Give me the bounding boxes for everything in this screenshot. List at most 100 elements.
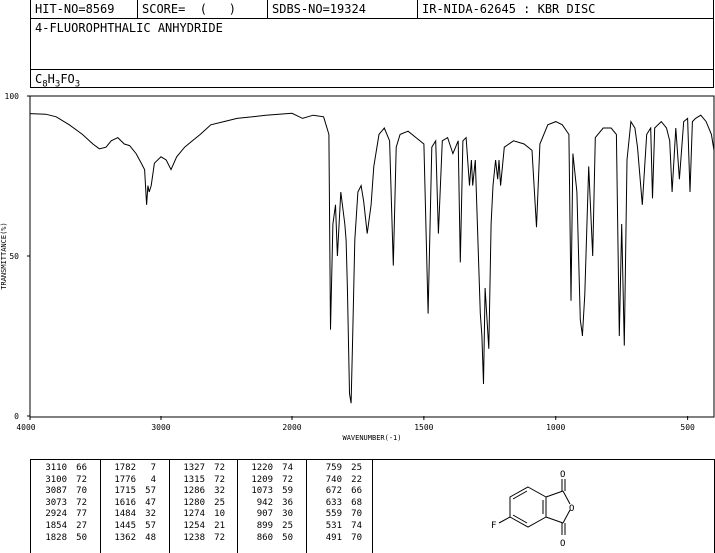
peak-transmittance: 4 <box>150 474 156 485</box>
peak-transmittance: 30 <box>282 509 293 520</box>
peak-transmittance: 68 <box>351 497 362 508</box>
peak-row: 1484 32 <box>106 509 156 521</box>
peak-transmittance: 27 <box>76 520 87 531</box>
peak-column: 1327 72 1315 72 1286 32 1280 25 1274 10 1254 21 1238… <box>175 463 225 544</box>
column-divider <box>100 460 101 553</box>
peak-row: 907 30 <box>243 509 293 521</box>
peak-transmittance: 25 <box>214 497 225 508</box>
column-divider <box>237 460 238 553</box>
peak-row: 1280 25 <box>175 498 225 510</box>
peak-row: 491 70 <box>312 533 362 545</box>
peak-transmittance: 50 <box>76 532 87 543</box>
peak-transmittance: 77 <box>76 509 87 520</box>
peak-column: 3110 66 3100 72 3087 70 3073 72 2924 77 1854 27 1828… <box>37 463 87 544</box>
peak-transmittance: 57 <box>145 520 156 531</box>
x-tick-label: 4000 <box>16 423 35 432</box>
peak-wavenumber: 759 <box>325 463 342 473</box>
peak-row: 1286 32 <box>175 486 225 498</box>
peak-wavenumber: 559 <box>325 509 342 520</box>
peak-wavenumber: 3087 <box>45 486 67 497</box>
peak-transmittance: 22 <box>351 474 362 485</box>
peak-wavenumber: 860 <box>256 532 273 543</box>
peak-row: 740 22 <box>312 475 362 487</box>
peak-wavenumber: 1280 <box>183 497 205 508</box>
peak-row: 1445 57 <box>106 521 156 533</box>
peak-transmittance: 74 <box>282 463 293 473</box>
peak-row: 672 66 <box>312 486 362 498</box>
peak-wavenumber: 740 <box>325 474 342 485</box>
y-axis-label: TRANSMITTANCE(%) <box>0 222 8 289</box>
peak-wavenumber: 1254 <box>183 520 205 531</box>
peak-transmittance: 72 <box>214 463 225 473</box>
peak-wavenumber: 1220 <box>251 463 273 473</box>
peak-transmittance: 72 <box>282 474 293 485</box>
peak-wavenumber: 1782 <box>114 463 136 473</box>
peak-wavenumber: 1854 <box>45 520 67 531</box>
atom-f: F <box>491 521 496 531</box>
column-divider <box>306 460 307 553</box>
peak-transmittance: 72 <box>76 474 87 485</box>
peak-transmittance: 70 <box>351 509 362 520</box>
peak-wavenumber: 1616 <box>114 497 136 508</box>
peak-transmittance: 70 <box>351 532 362 543</box>
peak-transmittance: 66 <box>76 463 87 473</box>
peak-transmittance: 25 <box>282 520 293 531</box>
peak-wavenumber: 1828 <box>45 532 67 543</box>
peak-wavenumber: 3110 <box>45 463 67 473</box>
peak-transmittance: 48 <box>145 532 156 543</box>
x-tick-label: 500 <box>680 423 695 432</box>
molecular-structure: O O O F <box>491 470 574 549</box>
peak-transmittance: 32 <box>145 509 156 520</box>
peak-row: 3110 66 <box>37 463 87 475</box>
peak-wavenumber: 1484 <box>114 509 136 520</box>
peak-column: 1782 7 1776 4 1715 57 1616 47 1484 32 1445 57 1362 48 <box>106 463 156 544</box>
peak-wavenumber: 1715 <box>114 486 136 497</box>
peak-wavenumber: 1238 <box>183 532 205 543</box>
peak-row: 1776 4 <box>106 475 156 487</box>
peak-row: 899 25 <box>243 521 293 533</box>
peak-transmittance: 7 <box>150 463 156 473</box>
peak-row: 2924 77 <box>37 509 87 521</box>
x-tick-label: 3000 <box>151 423 170 432</box>
peak-wavenumber: 1209 <box>251 474 273 485</box>
peak-wavenumber: 633 <box>325 497 342 508</box>
peak-transmittance: 50 <box>282 532 293 543</box>
peak-wavenumber: 3100 <box>45 474 67 485</box>
x-axis-label: WAVENUMBER(-1) <box>342 434 401 442</box>
peak-wavenumber: 1073 <box>251 486 273 497</box>
peak-wavenumber: 1286 <box>183 486 205 497</box>
x-tick-label: 2000 <box>282 423 301 432</box>
peak-row: 1220 74 <box>243 463 293 475</box>
peak-row: 1616 47 <box>106 498 156 510</box>
peak-row: 860 50 <box>243 533 293 545</box>
peak-transmittance: 72 <box>214 474 225 485</box>
peak-transmittance: 32 <box>214 486 225 497</box>
peak-transmittance: 10 <box>214 509 225 520</box>
atom-o-bottom: O <box>560 539 565 549</box>
peak-row: 3073 72 <box>37 498 87 510</box>
peak-row: 942 36 <box>243 498 293 510</box>
atom-o-ring: O <box>569 504 574 514</box>
peak-row: 1327 72 <box>175 463 225 475</box>
y-tick-label: 50 <box>9 252 19 261</box>
ir-spectrum-chart: 100500 4000 3000 2000 1500 1000 500 WAVENUMBE… <box>0 92 715 442</box>
y-tick-label: 100 <box>5 92 20 101</box>
structure-box: O O O F <box>372 459 715 553</box>
peak-row: 1274 10 <box>175 509 225 521</box>
peak-column: 1220 74 1209 72 1073 59 942 36 907 30 899 25 860 50 <box>243 463 293 544</box>
peak-wavenumber: 1327 <box>183 463 205 473</box>
peak-wavenumber: 531 <box>325 520 342 531</box>
peak-row: 3087 70 <box>37 486 87 498</box>
peak-transmittance: 74 <box>351 520 362 531</box>
peak-row: 1362 48 <box>106 533 156 545</box>
peak-wavenumber: 1362 <box>114 532 136 543</box>
y-tick-label: 0 <box>14 412 19 421</box>
peak-wavenumber: 1445 <box>114 520 136 531</box>
peak-transmittance: 70 <box>76 486 87 497</box>
peak-transmittance: 21 <box>214 520 225 531</box>
peak-wavenumber: 491 <box>325 532 342 543</box>
atom-o-top: O <box>560 470 565 480</box>
peak-row: 633 68 <box>312 498 362 510</box>
peak-row: 1238 72 <box>175 533 225 545</box>
peak-wavenumber: 3073 <box>45 497 67 508</box>
